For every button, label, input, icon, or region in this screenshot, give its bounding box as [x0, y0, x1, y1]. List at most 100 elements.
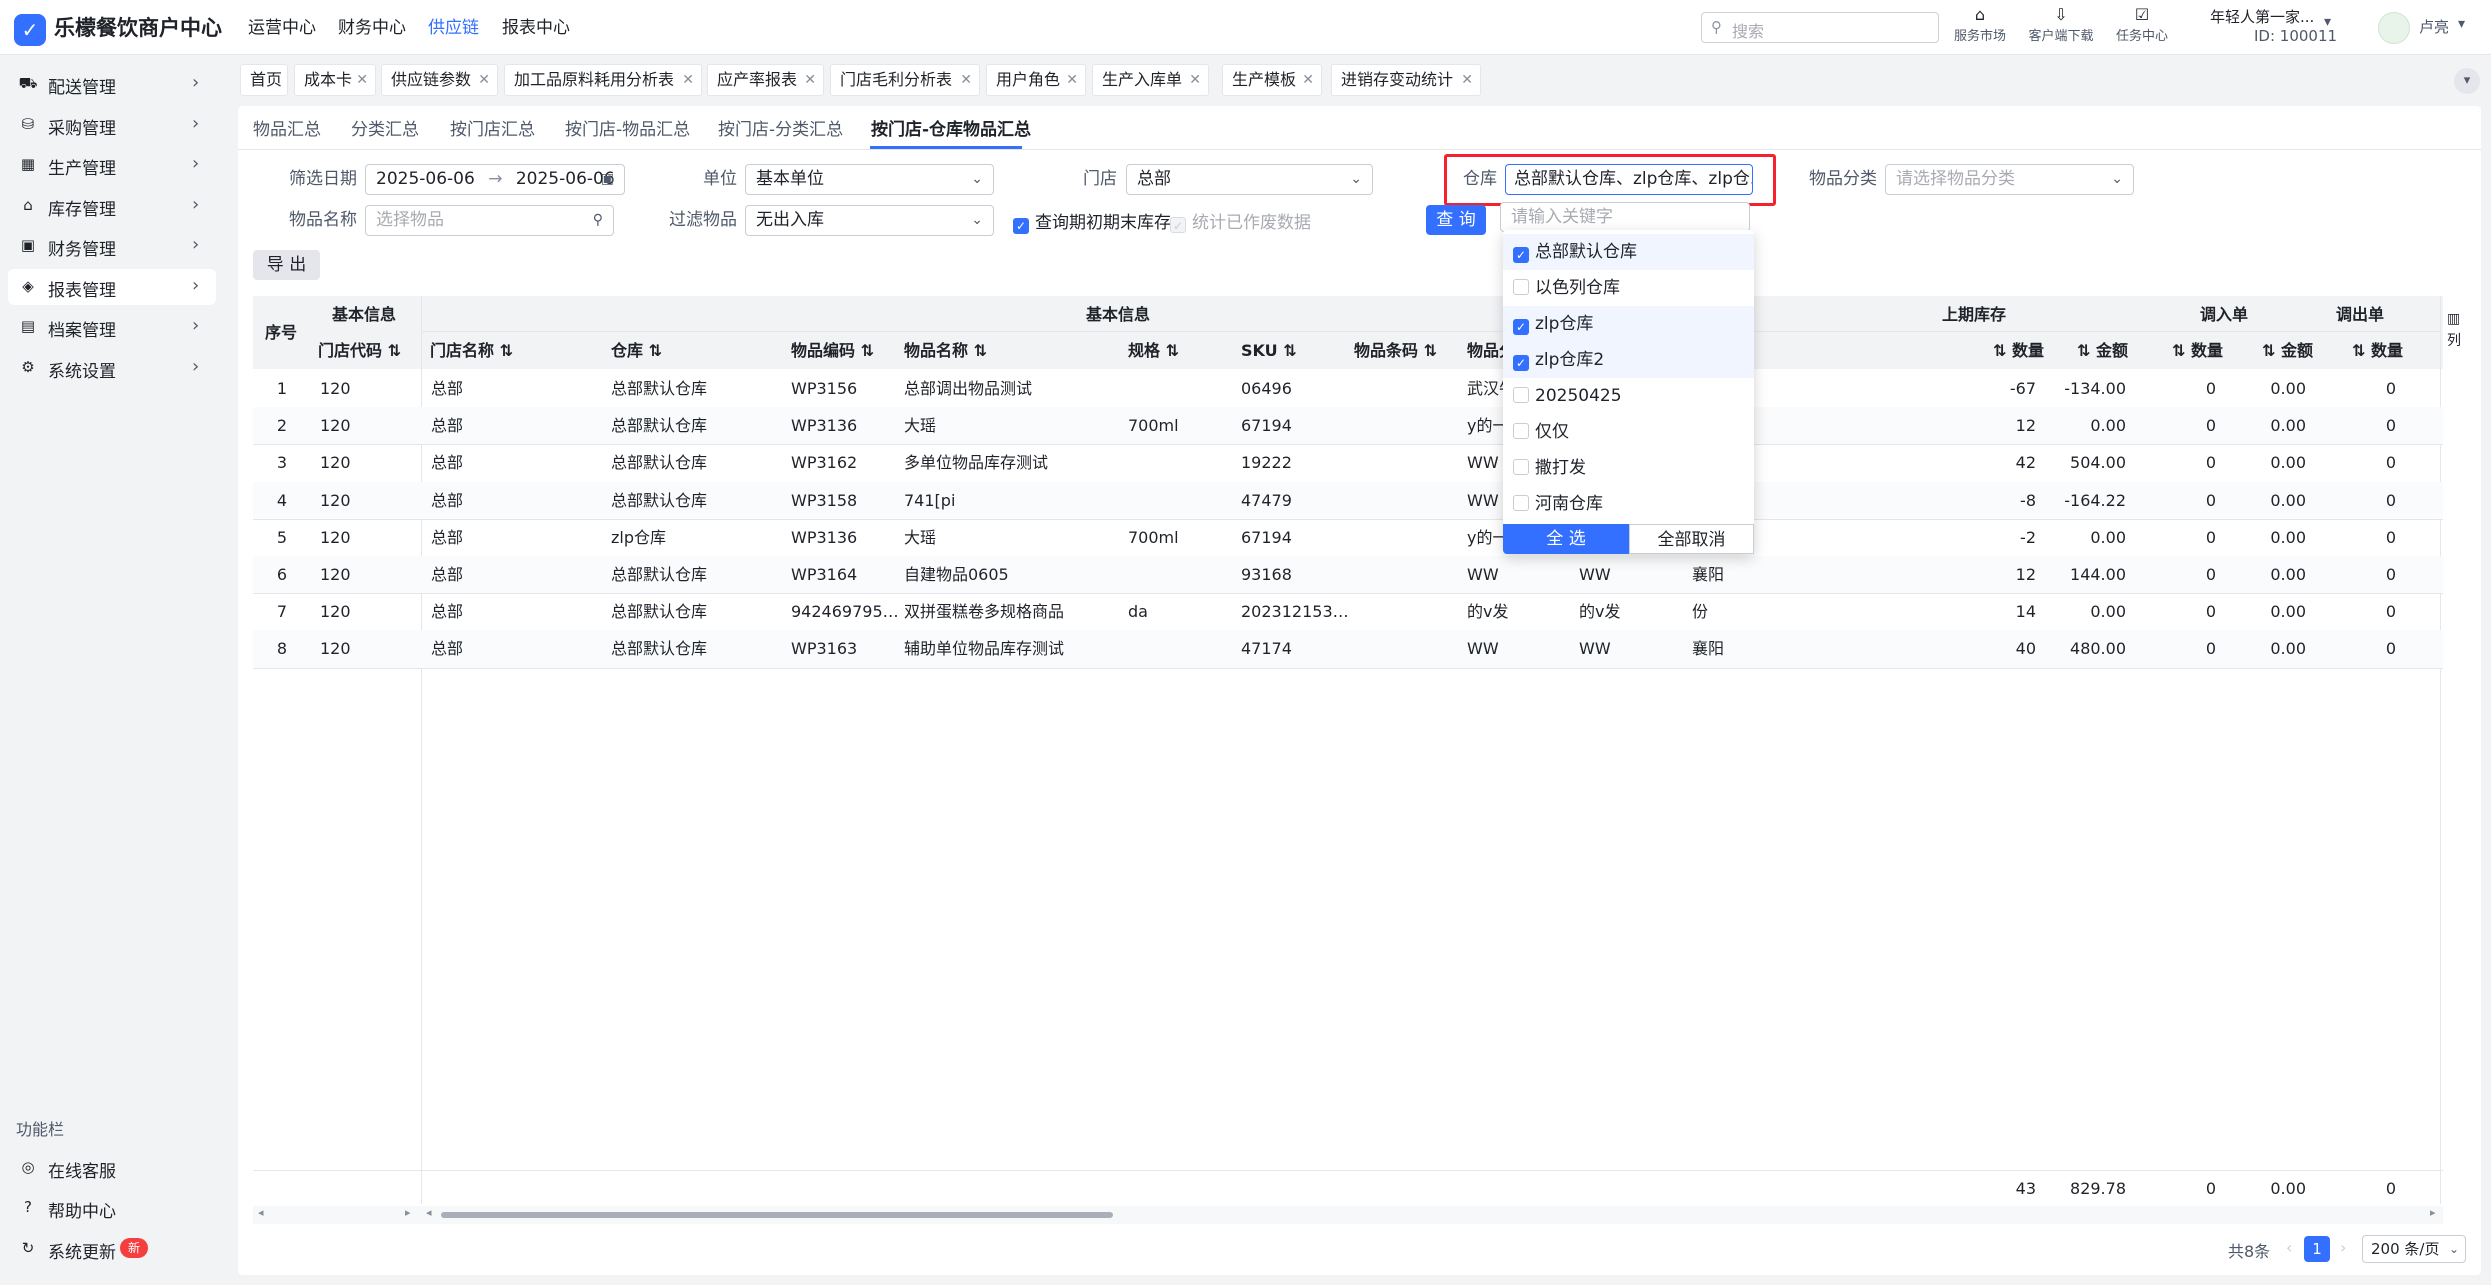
th-item-code[interactable]: 物品编码 ⇅	[791, 340, 874, 362]
checkbox-icon[interactable]: ✓	[1513, 319, 1529, 335]
topnav-finance[interactable]: 财务中心	[338, 16, 406, 40]
th-spec[interactable]: 规格 ⇅	[1128, 340, 1179, 362]
th-prev-qty[interactable]: ⇅ 数量	[1993, 340, 2044, 362]
th-in-amount[interactable]: ⇅ 金额	[2262, 340, 2313, 362]
close-icon[interactable]: ✕	[1461, 65, 1473, 95]
warehouse-option[interactable]: 仅仅	[1503, 414, 1754, 450]
tab-production-inbound[interactable]: 生产入库单 ✕	[1092, 64, 1209, 96]
category-select[interactable]: 请选择物品分类 ⌄	[1885, 164, 2134, 195]
page-1-button[interactable]: 1	[2304, 1236, 2330, 1262]
avatar[interactable]	[2378, 12, 2410, 44]
tab-yield-report[interactable]: 应产率报表 ✕	[707, 64, 824, 96]
checkbox-icon[interactable]	[1513, 495, 1529, 511]
warehouse-option[interactable]: 河南仓库	[1503, 486, 1754, 522]
warehouse-option[interactable]: 以色列仓库	[1503, 270, 1754, 306]
checkbox-icon[interactable]	[1513, 387, 1529, 403]
help-center-button[interactable]: ? 帮助中心	[8, 1190, 216, 1226]
sidebar-item-archives[interactable]: ▤ 档案管理 ›	[8, 309, 216, 345]
unit-select[interactable]: 基本单位 ⌄	[745, 164, 994, 195]
th-barcode[interactable]: 物品条码 ⇅	[1354, 340, 1437, 362]
subtab-store-warehouse-item-summary[interactable]: 按门店-仓库物品汇总	[871, 118, 1031, 142]
th-item-name[interactable]: 物品名称 ⇅	[904, 340, 987, 362]
scroll-left-icon[interactable]: ◂	[426, 1206, 432, 1219]
close-icon[interactable]: ✕	[1066, 65, 1078, 95]
client-download-button[interactable]: ⇩ 客户端下载	[2021, 5, 2101, 44]
warehouse-search-input[interactable]: 请输入关键字	[1500, 202, 1750, 232]
online-service-button[interactable]: ◎ 在线客服	[8, 1150, 216, 1186]
tab-production-template[interactable]: 生产模板 ✕	[1222, 64, 1322, 96]
tab-supply-params[interactable]: 供应链参数 ✕	[381, 64, 498, 96]
filter-items-select[interactable]: 无出入库 ⌄	[745, 205, 994, 236]
checkbox-icon[interactable]: ✓	[1513, 247, 1529, 263]
warehouse-option[interactable]: ✓ 总部默认仓库	[1503, 234, 1754, 270]
search-input[interactable]: ⚲ 搜索	[1701, 12, 1939, 43]
checkbox-icon[interactable]: ✓	[1513, 355, 1529, 371]
tab-material-analysis[interactable]: 加工品原料耗用分析表 ✕	[504, 64, 702, 96]
tab-cost-card[interactable]: 成本卡 ✕	[294, 64, 376, 96]
warehouse-option[interactable]: 撒打发	[1503, 450, 1754, 486]
scrollbar-thumb[interactable]	[441, 1212, 1113, 1218]
sidebar-item-purchase[interactable]: ⛁ 采购管理 ›	[8, 107, 216, 143]
item-name-input[interactable]: 选择物品 ⚲	[365, 205, 614, 236]
warehouse-option[interactable]: ✓ zlp仓库2	[1503, 342, 1754, 378]
checkbox-icon[interactable]	[1513, 459, 1529, 475]
warehouse-option[interactable]: ✓ zlp仓库	[1503, 306, 1754, 342]
warehouse-option[interactable]: 20250425	[1503, 378, 1754, 414]
scroll-right-icon[interactable]: ▸	[405, 1206, 411, 1219]
select-all-button[interactable]: 全 选	[1503, 524, 1629, 554]
tab-inventory-change[interactable]: 进销存变动统计 ✕	[1331, 64, 1481, 96]
org-name[interactable]: 年轻人第一家...	[2210, 6, 2314, 27]
app-logo-icon[interactable]: ✓	[14, 14, 46, 46]
task-center-button[interactable]: ☑ 任务中心	[2102, 5, 2182, 44]
close-icon[interactable]: ✕	[804, 65, 816, 95]
tab-user-roles[interactable]: 用户角色 ✕	[986, 64, 1086, 96]
scroll-right-icon[interactable]: ▸	[2430, 1206, 2436, 1219]
close-icon[interactable]: ✕	[1302, 65, 1314, 95]
next-page-icon[interactable]: ›	[2340, 1238, 2346, 1257]
close-icon[interactable]: ✕	[1189, 65, 1201, 95]
sidebar-item-production[interactable]: ▦ 生产管理 ›	[8, 147, 216, 183]
page-size-select[interactable]: 200 条/页 ⌄	[2362, 1235, 2466, 1263]
th-store-name[interactable]: 门店名称 ⇅	[430, 340, 513, 362]
sidebar-item-finance[interactable]: ▣ 财务管理 ›	[8, 228, 216, 264]
topnav-operations[interactable]: 运营中心	[248, 16, 316, 40]
tab-home[interactable]: 首页	[240, 64, 288, 96]
close-icon[interactable]: ✕	[356, 65, 368, 95]
th-sku[interactable]: SKU ⇅	[1241, 340, 1297, 362]
service-market-button[interactable]: ⌂ 服务市场	[1940, 5, 2020, 44]
close-icon[interactable]: ✕	[478, 65, 490, 95]
checkbox-icon[interactable]	[1513, 423, 1529, 439]
cancel-all-button[interactable]: 全部取消	[1629, 524, 1754, 554]
export-button[interactable]: 导 出	[253, 250, 320, 280]
query-button[interactable]: 查 询	[1426, 205, 1486, 235]
column-settings-button[interactable]: ▥ 列	[2447, 308, 2461, 352]
checkbox-icon[interactable]	[1513, 279, 1529, 295]
sidebar-item-settings[interactable]: ⚙ 系统设置 ›	[8, 350, 216, 386]
tab-store-margin[interactable]: 门店毛利分析表 ✕	[830, 64, 980, 96]
th-in-qty[interactable]: ⇅ 数量	[2172, 340, 2223, 362]
chevron-down-icon[interactable]: ▾	[2454, 68, 2480, 94]
user-name[interactable]: 卢亮	[2419, 16, 2449, 37]
sidebar-item-delivery[interactable]: ⛟ 配送管理 ›	[8, 66, 216, 102]
subtab-category-summary[interactable]: 分类汇总	[351, 118, 419, 142]
chevron-down-icon[interactable]: ▾	[2324, 14, 2331, 30]
th-warehouse[interactable]: 仓库 ⇅	[611, 340, 662, 362]
initial-stock-checkbox[interactable]: ✓ 查询期初期末库存	[1013, 208, 1171, 234]
prev-page-icon[interactable]: ‹	[2286, 1238, 2292, 1257]
sidebar-item-inventory[interactable]: ⌂ 库存管理 ›	[8, 188, 216, 224]
subtab-store-summary[interactable]: 按门店汇总	[450, 118, 535, 142]
subtab-store-item-summary[interactable]: 按门店-物品汇总	[565, 118, 690, 142]
topnav-supply-chain[interactable]: 供应链	[428, 16, 479, 40]
close-icon[interactable]: ✕	[682, 65, 694, 95]
store-select[interactable]: 总部 ⌄	[1126, 164, 1373, 195]
subtab-store-category-summary[interactable]: 按门店-分类汇总	[718, 118, 843, 142]
chevron-down-icon[interactable]: ▾	[2458, 16, 2465, 32]
date-range-picker[interactable]: 2025-06-06 → 2025-06-06 ▣	[365, 164, 625, 195]
scroll-left-icon[interactable]: ◂	[258, 1206, 264, 1219]
th-out-qty[interactable]: ⇅ 数量	[2352, 340, 2403, 362]
th-store-code[interactable]: 门店代码 ⇅	[318, 340, 401, 362]
topnav-reports[interactable]: 报表中心	[502, 16, 570, 40]
close-icon[interactable]: ✕	[960, 65, 972, 95]
th-prev-amount[interactable]: ⇅ 金额	[2077, 340, 2128, 362]
sidebar-item-reports[interactable]: ◈ 报表管理 ›	[8, 269, 216, 305]
